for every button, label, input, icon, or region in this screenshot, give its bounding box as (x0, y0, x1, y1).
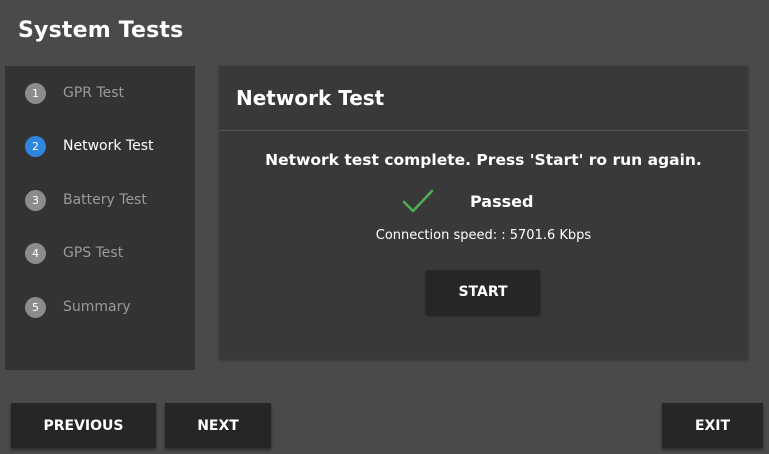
next-button[interactable]: NEXT (165, 403, 271, 448)
step-number-badge: 4 (25, 242, 46, 264)
step-label: Network Test (63, 138, 154, 154)
app-title: System Tests (18, 18, 184, 43)
step-label: Battery Test (63, 192, 147, 208)
sidebar-step-summary[interactable]: 5 Summary (25, 295, 131, 319)
result-label: Passed (470, 191, 534, 211)
previous-button[interactable]: PREVIOUS (11, 403, 156, 448)
network-test-panel: Network Test Network test complete. Pres… (219, 66, 748, 359)
step-number-badge: 1 (25, 82, 46, 104)
step-number-badge: 2 (25, 135, 46, 157)
panel-title: Network Test (236, 86, 385, 110)
step-number-badge: 3 (25, 189, 46, 211)
system-tests-window: System Tests 1 GPR Test 2 Network Test 3… (0, 0, 769, 454)
test-result: Passed (401, 186, 533, 216)
exit-button[interactable]: EXIT (662, 403, 763, 448)
status-message: Network test complete. Press 'Start' ro … (265, 151, 702, 169)
sidebar-step-gps-test[interactable]: 4 GPS Test (25, 241, 123, 265)
sidebar-step-battery-test[interactable]: 3 Battery Test (25, 188, 147, 212)
checkmark-icon (402, 189, 434, 213)
step-label: GPR Test (63, 85, 125, 101)
step-label: Summary (63, 299, 131, 315)
panel-divider (219, 130, 748, 131)
sidebar-step-network-test[interactable]: 2 Network Test (25, 134, 153, 158)
step-number-badge: 5 (25, 296, 46, 318)
start-button[interactable]: START (426, 270, 540, 314)
test-steps-sidebar: 1 GPR Test 2 Network Test 3 Battery Test… (5, 66, 195, 370)
connection-speed: Connection speed: : 5701.6 Kbps (375, 228, 592, 243)
step-label: GPS Test (63, 245, 124, 261)
sidebar-step-gpr-test[interactable]: 1 GPR Test (25, 81, 124, 105)
